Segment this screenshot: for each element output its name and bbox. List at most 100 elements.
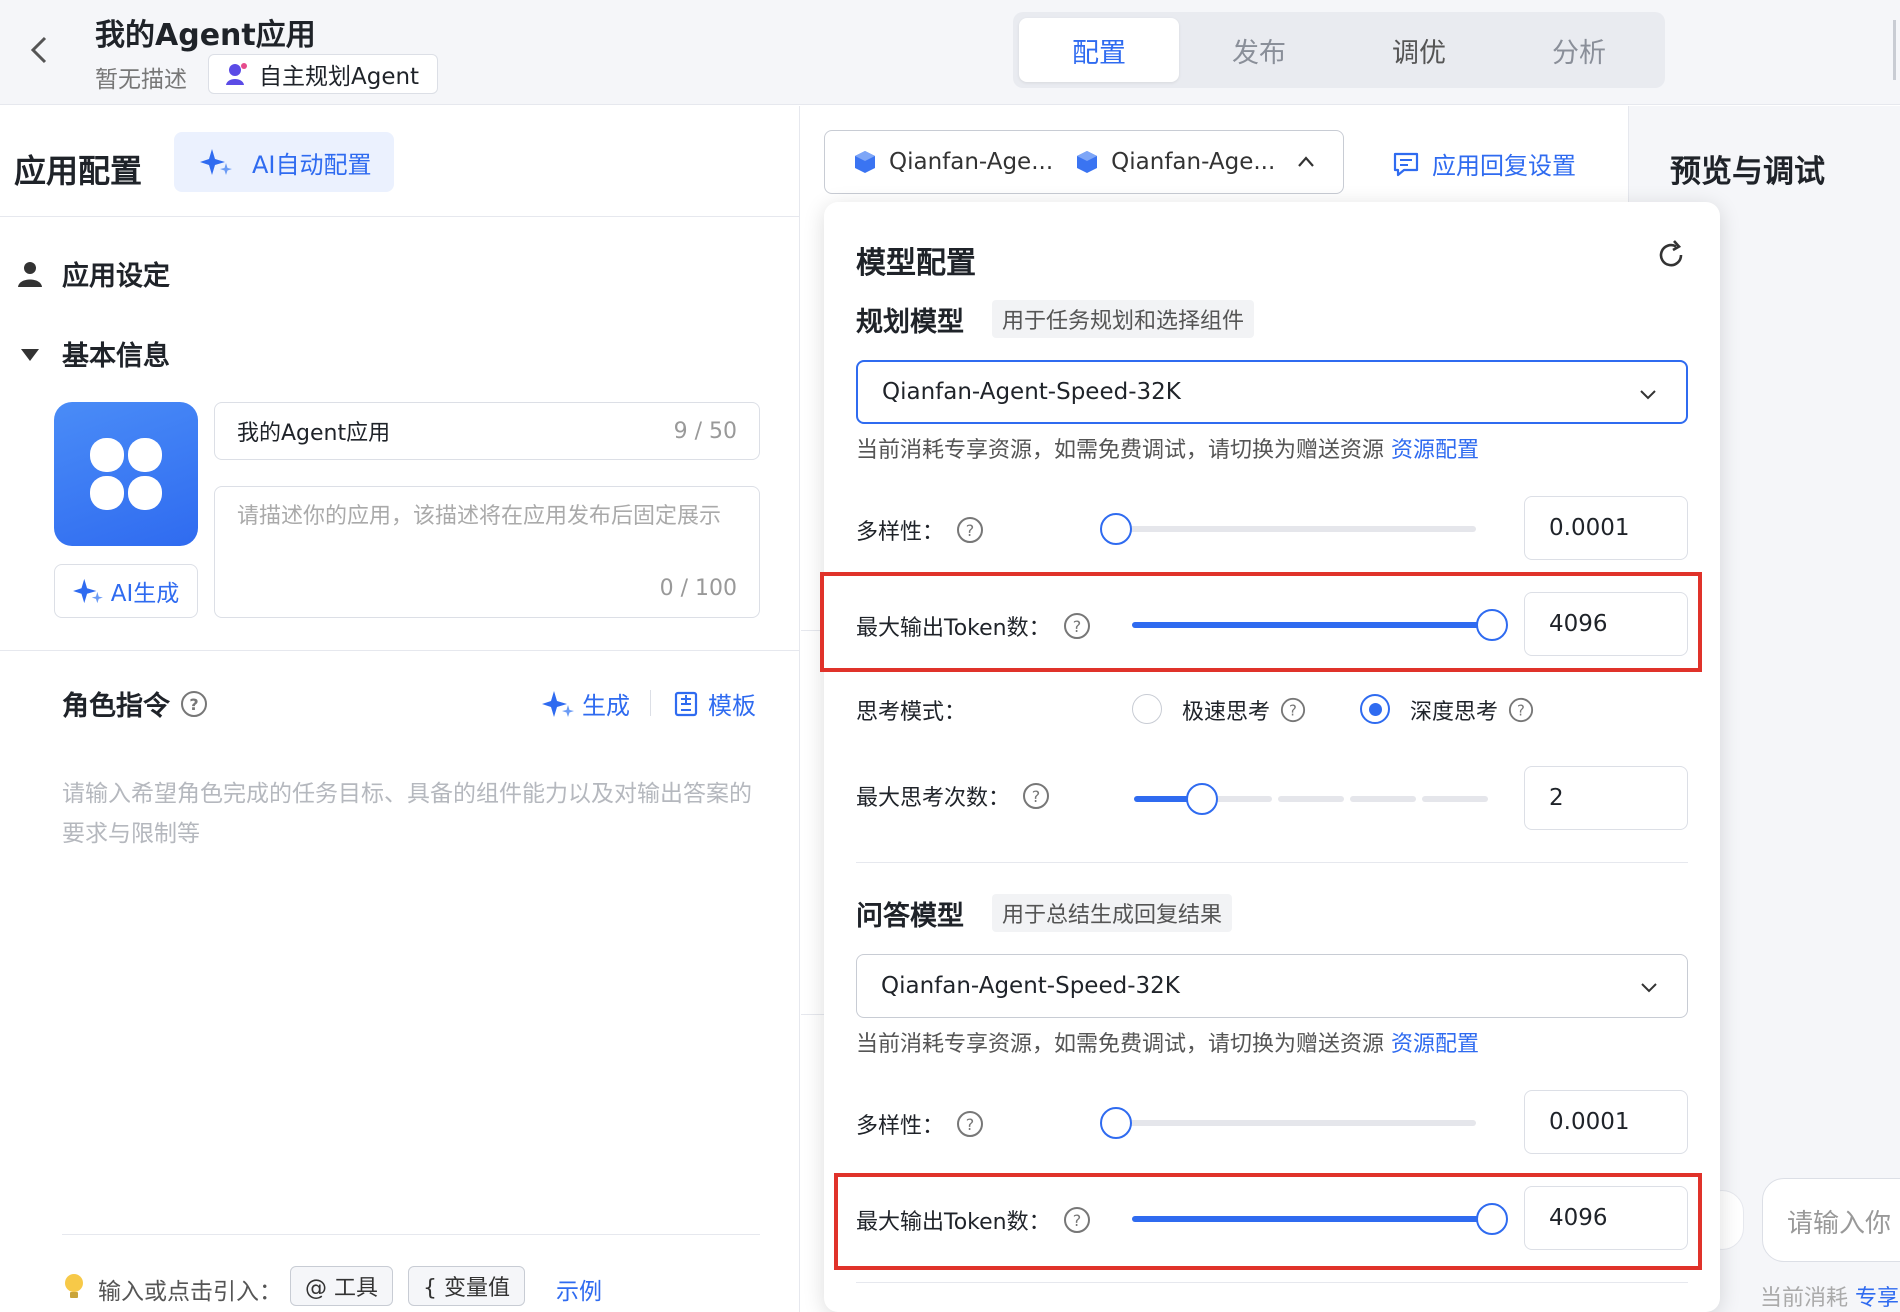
planning-model-title: 规划模型	[856, 307, 964, 338]
ai-generate-button[interactable]: AI生成	[54, 564, 198, 618]
tab-config[interactable]: 配置	[1019, 18, 1179, 82]
svg-text:?: ?	[1289, 702, 1297, 720]
qa-diversity-label: 多样性： ?	[856, 1108, 984, 1140]
insert-variable-chip[interactable]: { 变量值	[408, 1266, 525, 1306]
preview-chat-input[interactable]: 请输入你	[1762, 1178, 1900, 1262]
caret-down-icon[interactable]	[20, 348, 40, 362]
help-icon[interactable]: ?	[1022, 782, 1050, 810]
reply-settings-link[interactable]: 应用回复设置	[1392, 146, 1576, 181]
resource-config-link[interactable]: 资源配置	[1391, 438, 1479, 463]
message-icon	[1393, 152, 1419, 176]
qa-model-title: 问答模型	[856, 901, 964, 932]
tab-analyze[interactable]: 分析	[1499, 18, 1659, 82]
preview-title: 预览与调试	[1670, 154, 1825, 190]
section-basic-info[interactable]: 基本信息	[62, 334, 170, 373]
header-divider	[1893, 20, 1896, 80]
planning-diversity-label: 多样性： ?	[856, 514, 984, 546]
refresh-icon[interactable]	[1654, 238, 1688, 272]
role-title-label: 角色指令	[62, 691, 170, 722]
mode-tabs: 配置 发布 调优 分析	[1013, 12, 1665, 88]
divider	[650, 690, 651, 716]
svg-text:?: ?	[1032, 787, 1041, 806]
cube-icon	[1077, 151, 1098, 173]
svg-text:?: ?	[1517, 702, 1525, 720]
ai-auto-config-button[interactable]: AI自动配置	[174, 132, 394, 192]
think-deep-radio[interactable]	[1360, 694, 1390, 724]
think-fast-radio[interactable]	[1132, 694, 1162, 724]
role-instruction-input[interactable]: 请输入希望角色完成的任务目标、具备的组件能力以及对输出答案的要求与限制等	[62, 774, 762, 854]
qa-diversity-input[interactable]: 0.0001	[1524, 1090, 1688, 1154]
app-name-input[interactable]: 我的Agent应用 9 / 50	[214, 402, 760, 460]
app-description-input[interactable]: 请描述你的应用，该描述将在应用发布后固定展示 0 / 100	[214, 486, 760, 618]
diversity-label: 多样性：	[856, 520, 945, 545]
ai-generate-label: AI生成	[110, 581, 180, 607]
hint-text: 当前消耗专享资源，如需免费调试，请切换为赠送资源	[856, 438, 1385, 463]
help-icon[interactable]: ?	[180, 690, 208, 718]
char-count: 0 / 100	[659, 576, 737, 601]
chevron-left-icon[interactable]	[22, 30, 56, 70]
app-name-value: 我的Agent应用	[237, 421, 391, 446]
generate-link[interactable]: 生成	[542, 686, 630, 721]
char-count: 9 / 50	[673, 418, 737, 444]
sparkle-icon	[200, 149, 232, 175]
tab-publish[interactable]: 发布	[1179, 18, 1339, 82]
qa-model-tag: 用于总结生成回复结果	[992, 894, 1233, 932]
reply-settings-label: 应用回复设置	[1432, 152, 1576, 180]
qa-model-select[interactable]: Qianfan-Agent-Speed-32K	[856, 954, 1688, 1018]
consume-text: 当前消耗	[1760, 1286, 1849, 1311]
slider-handle[interactable]	[1186, 783, 1218, 815]
slider-handle[interactable]	[1100, 1107, 1132, 1139]
help-icon[interactable]: ?	[956, 516, 984, 544]
clover-logo-icon	[90, 438, 162, 510]
planning-model-value: Qianfan-Agent-Speed-32K	[882, 379, 1181, 405]
divider	[0, 216, 800, 217]
consume-link[interactable]: 专享	[1855, 1286, 1899, 1311]
planning-resource-hint: 当前消耗专享资源，如需免费调试，请切换为赠送资源 资源配置	[856, 432, 1479, 464]
model-config-dropdown: 模型配置 规划模型 用于任务规划和选择组件 Qianfan-Agent-Spee…	[824, 202, 1720, 1312]
planning-diversity-input[interactable]: 0.0001	[1524, 496, 1688, 560]
sparkle-icon	[72, 578, 103, 604]
resource-config-link[interactable]: 资源配置	[1391, 1032, 1479, 1057]
lightbulb-icon	[65, 1274, 83, 1298]
hint-text: 当前消耗专享资源，如需免费调试，请切换为赠送资源	[856, 1032, 1385, 1057]
diversity-label: 多样性：	[856, 1114, 945, 1139]
help-icon[interactable]: ?	[1508, 697, 1534, 723]
qa-resource-hint: 当前消耗专享资源，如需免费调试，请切换为赠送资源 资源配置	[856, 1026, 1479, 1058]
insert-hint-label: 输入或点击引入：	[98, 1279, 282, 1305]
help-icon[interactable]: ?	[1280, 697, 1306, 723]
app-title: 我的Agent应用	[95, 18, 316, 53]
model-chip-label: Qianfan-Age...	[889, 149, 1054, 175]
person-icon	[18, 262, 42, 287]
think-deep-label: 深度思考 ?	[1410, 694, 1534, 726]
planning-diversity-slider[interactable]	[1100, 513, 1476, 545]
tab-tune[interactable]: 调优	[1339, 18, 1499, 82]
think-fast-text: 极速思考	[1182, 700, 1271, 725]
help-icon[interactable]: ?	[956, 1110, 984, 1138]
model-selector[interactable]: Qianfan-Age... Qianfan-Age...	[824, 130, 1344, 194]
max-think-slider[interactable]	[1134, 783, 1490, 815]
divider	[62, 1234, 760, 1235]
model-chip-label: Qianfan-Age...	[1111, 149, 1276, 175]
top-header: 我的Agent应用 暂无描述 自主规划Agent 配置 发布 调优 分析	[0, 0, 1900, 105]
max-think-input[interactable]: 2	[1524, 766, 1688, 830]
template-icon	[674, 691, 698, 716]
svg-text:?: ?	[966, 521, 975, 540]
insert-tool-chip[interactable]: @ 工具	[290, 1266, 393, 1306]
highlight-box	[820, 572, 1702, 672]
svg-text:?: ?	[189, 695, 198, 714]
app-avatar[interactable]	[54, 402, 198, 546]
think-deep-text: 深度思考	[1410, 700, 1499, 725]
generate-label: 生成	[582, 692, 630, 720]
template-link[interactable]: 模板	[674, 686, 756, 721]
qa-diversity-slider[interactable]	[1100, 1107, 1476, 1139]
description-placeholder: 请描述你的应用，该描述将在应用发布后固定展示	[237, 504, 722, 529]
ai-config-label: AI自动配置	[252, 150, 372, 179]
preview-consume-hint: 当前消耗 专享	[1760, 1280, 1899, 1312]
model-config-title: 模型配置	[856, 246, 976, 281]
agent-type-tag: 自主规划Agent	[208, 54, 439, 94]
slider-handle[interactable]	[1100, 513, 1132, 545]
planning-model-select[interactable]: Qianfan-Agent-Speed-32K	[856, 360, 1688, 424]
chevron-up-icon	[1298, 156, 1314, 167]
example-link[interactable]: 示例	[556, 1272, 602, 1306]
max-think-label: 最大思考次数： ?	[856, 780, 1050, 812]
